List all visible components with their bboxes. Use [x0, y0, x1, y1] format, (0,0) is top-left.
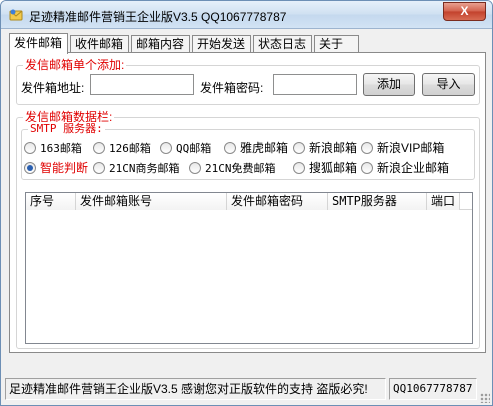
column-header-smtp[interactable]: SMTP服务器: [328, 193, 427, 210]
radio-button-icon: [361, 162, 373, 174]
column-header-port[interactable]: 端口: [427, 193, 460, 210]
tab-panel-sender-mailbox: 发信邮箱单个添加: 发件箱地址: 发件箱密码: 添加 导入 发信邮箱数据栏: S…: [9, 52, 486, 353]
radio-126[interactable]: 126邮箱: [93, 142, 151, 155]
radio-button-icon: [189, 162, 201, 174]
address-label: 发件箱地址:: [21, 81, 85, 95]
sender-mailbox-list[interactable]: 序号 发件邮箱账号 发件邮箱密码 SMTP服务器 端口: [25, 192, 473, 344]
window-title: 足迹精准邮件营销王企业版V3.5 QQ1067778787: [29, 10, 287, 24]
sender-address-input[interactable]: [90, 74, 194, 95]
radio-163[interactable]: 163邮箱: [24, 142, 82, 155]
radio-button-icon: [293, 142, 305, 154]
radio-smart-detect[interactable]: 智能判断: [24, 162, 88, 175]
status-message: 足迹精准邮件营销王企业版V3.5 感谢您对正版软件的支持 盗版必究!: [5, 378, 386, 400]
radio-button-icon: [160, 142, 172, 154]
radio-button-icon: [361, 142, 373, 154]
resize-grip-icon[interactable]: [480, 393, 490, 403]
radio-sina-vip[interactable]: 新浪VIP邮箱: [361, 142, 444, 155]
smtp-group: SMTP 服务器: 163邮箱 126邮箱 QQ邮箱 雅虎邮箱 新浪邮箱 新浪V…: [21, 122, 475, 180]
sender-password-input[interactable]: [273, 74, 357, 95]
radio-button-icon: [93, 162, 105, 174]
tab-recipient-mailbox[interactable]: 收件邮箱: [70, 35, 129, 53]
close-icon: X: [460, 4, 469, 18]
column-header-index[interactable]: 序号: [26, 193, 76, 210]
column-header-account[interactable]: 发件邮箱账号: [76, 193, 227, 210]
radio-button-icon: [224, 142, 236, 154]
radio-button-icon: [293, 162, 305, 174]
status-bar: 足迹精准邮件营销王企业版V3.5 感谢您对正版软件的支持 盗版必究! QQ106…: [1, 375, 492, 405]
password-label: 发件箱密码:: [200, 81, 264, 95]
list-header: 序号 发件邮箱账号 发件邮箱密码 SMTP服务器 端口: [26, 193, 472, 210]
import-button[interactable]: 导入: [422, 73, 475, 96]
radio-sina[interactable]: 新浪邮箱: [293, 142, 357, 155]
radio-sina-enterprise[interactable]: 新浪企业邮箱: [361, 162, 449, 175]
add-button[interactable]: 添加: [363, 73, 415, 96]
radio-yahoo[interactable]: 雅虎邮箱: [224, 142, 288, 155]
tab-sender-mailbox[interactable]: 发件邮箱: [9, 33, 68, 54]
status-qq: QQ1067778787: [389, 378, 477, 400]
smtp-group-title: SMTP 服务器:: [28, 122, 105, 136]
radio-21cn-free[interactable]: 21CN免费邮箱: [189, 162, 276, 175]
tab-about[interactable]: 关于: [314, 35, 359, 53]
radio-sohu[interactable]: 搜狐邮箱: [293, 162, 357, 175]
app-icon: [9, 9, 23, 21]
tab-mail-content[interactable]: 邮箱内容: [131, 35, 190, 53]
radio-button-icon: [93, 142, 105, 154]
radio-qq[interactable]: QQ邮箱: [160, 142, 211, 155]
single-add-group: 发信邮箱单个添加: 发件箱地址: 发件箱密码: 添加 导入: [16, 58, 480, 105]
app-window: 足迹精准邮件营销王企业版V3.5 QQ1067778787 X 发件邮箱 收件邮…: [0, 0, 493, 406]
column-header-password[interactable]: 发件邮箱密码: [227, 193, 328, 210]
radio-21cn-business[interactable]: 21CN商务邮箱: [93, 162, 180, 175]
radio-button-checked-icon: [24, 162, 36, 174]
tab-status-log[interactable]: 状态日志: [253, 35, 312, 53]
single-add-title: 发信邮箱单个添加:: [23, 58, 127, 72]
tab-start-sending[interactable]: 开始发送: [192, 35, 251, 53]
title-bar[interactable]: 足迹精准邮件营销王企业版V3.5 QQ1067778787 X: [1, 1, 492, 29]
close-button[interactable]: X: [443, 2, 486, 21]
radio-button-icon: [24, 142, 36, 154]
